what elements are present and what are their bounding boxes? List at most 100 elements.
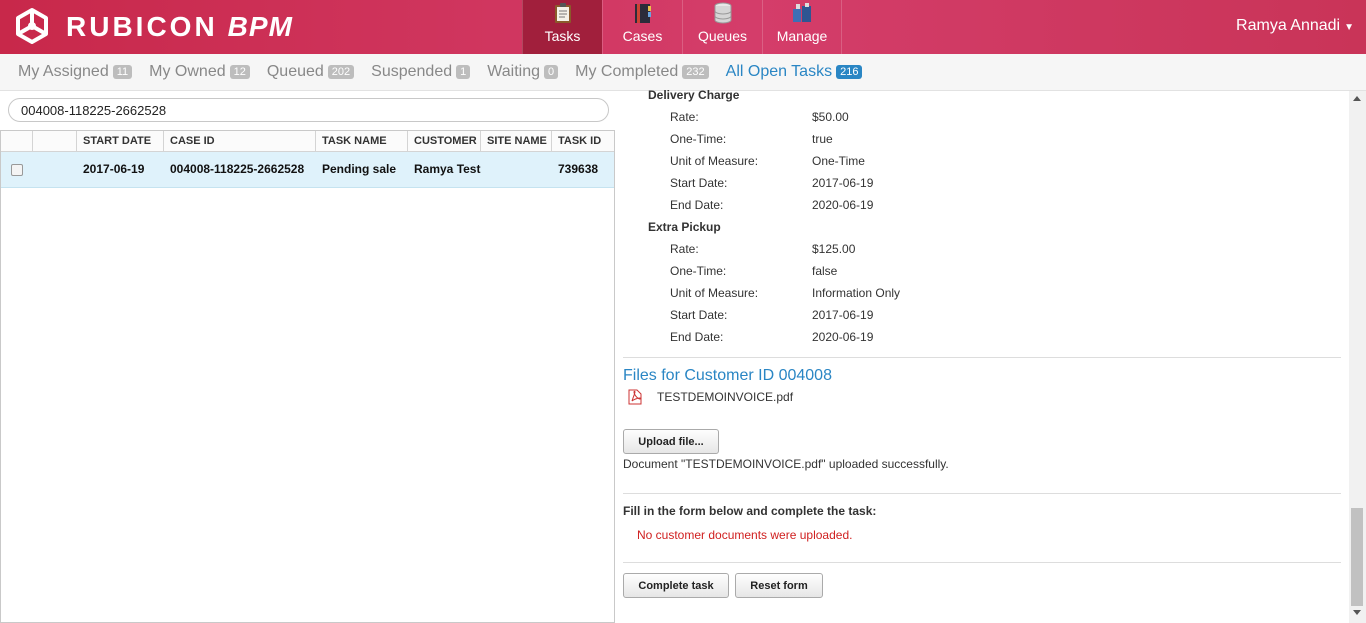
charge-title: Delivery Charge (648, 88, 740, 102)
count-badge: 11 (112, 65, 133, 79)
field-label: End Date: (670, 198, 724, 212)
field-value: 2017-06-19 (812, 308, 874, 322)
nav-tasks[interactable]: Tasks (522, 0, 602, 54)
reset-form-button[interactable]: Reset form (735, 573, 823, 598)
blank-cell (33, 152, 77, 187)
scroll-down-icon[interactable] (1353, 610, 1361, 615)
tab-my-owned[interactable]: My Owned 12 (149, 63, 250, 81)
task-list-panel: START DATE CASE ID TASK NAME CUSTOMER SI… (0, 91, 615, 623)
manage-icon (793, 3, 811, 22)
tab-label: Waiting (487, 63, 541, 80)
tab-label: Queued (266, 63, 324, 80)
cell-task-id: 739638 (558, 162, 599, 176)
row-checkbox[interactable] (11, 164, 23, 176)
field-value: 2020-06-19 (812, 330, 874, 344)
field-label: Start Date: (670, 308, 728, 322)
task-filter-tabs: My Assigned 11 My Owned 12 Queued 202 Suspe… (0, 54, 1366, 91)
task-detail-panel: Delivery Charge Rate: $50.00 One-Time: t… (623, 88, 1341, 623)
count-badge: 1 (456, 65, 471, 79)
complete-task-button[interactable]: Complete task (623, 573, 729, 598)
tab-label: Suspended (371, 63, 453, 80)
grid-header: START DATE CASE ID TASK NAME CUSTOMER SI… (1, 131, 614, 152)
column-header-customer[interactable]: CUSTOMER (408, 131, 481, 151)
chevron-down-icon: ▼ (1344, 22, 1354, 33)
table-row[interactable]: 2017-06-19 004008-118225-2662528 Pending… (1, 152, 614, 188)
column-header-task-id[interactable]: TASK ID (552, 131, 614, 151)
divider (623, 562, 1341, 563)
row-select-cell (1, 152, 33, 187)
user-menu[interactable]: Ramya Annadi ▼ (1236, 17, 1354, 35)
rubicon-logo-icon (16, 8, 48, 44)
nav-manage-label: Manage (776, 28, 828, 44)
tab-my-assigned[interactable]: My Assigned 11 (18, 63, 133, 81)
nav-queues-label: Queues (697, 28, 748, 44)
logo[interactable]: RUBICON BPM (10, 7, 293, 47)
main-nav: Tasks Cases Queues Manage (522, 0, 842, 54)
field-label: One-Time: (670, 132, 727, 146)
column-header-site-name[interactable]: SITE NAME (481, 131, 552, 151)
count-badge: 232 (682, 65, 709, 79)
count-badge: 216 (836, 65, 863, 79)
nav-tasks-label: Tasks (544, 28, 581, 44)
user-name: Ramya Annadi (1236, 17, 1341, 34)
field-label: End Date: (670, 330, 724, 344)
nav-queues[interactable]: Queues (682, 0, 762, 54)
upload-file-button[interactable]: Upload file... (623, 429, 719, 454)
validation-error: No customer documents were uploaded. (637, 528, 853, 542)
tab-all-open-tasks[interactable]: All Open Tasks 216 (726, 63, 863, 81)
tab-suspended[interactable]: Suspended 1 (371, 63, 471, 81)
field-label: Rate: (670, 242, 699, 256)
column-header-start-date[interactable]: START DATE (77, 131, 164, 151)
field-value: $50.00 (812, 110, 849, 124)
field-value: 2020-06-19 (812, 198, 874, 212)
form-instruction: Fill in the form below and complete the … (623, 504, 877, 518)
logo-product: BPM (227, 11, 293, 42)
upload-status-message: Document "TESTDEMOINVOICE.pdf" uploaded … (623, 457, 949, 471)
binder-icon (634, 4, 651, 23)
search-input[interactable] (8, 98, 609, 122)
field-value: false (812, 264, 838, 278)
nav-cases-label: Cases (622, 28, 663, 44)
count-badge: 0 (544, 65, 559, 79)
detail-scrollbar[interactable] (1349, 91, 1366, 623)
tab-label: My Assigned (18, 63, 109, 80)
cell-site-name (481, 152, 552, 187)
field-label: Rate: (670, 110, 699, 124)
field-label: One-Time: (670, 264, 727, 278)
column-header-case-id[interactable]: CASE ID (164, 131, 316, 151)
divider (623, 493, 1341, 494)
field-value: Information Only (812, 286, 901, 300)
tab-label: My Completed (575, 63, 679, 80)
blank-column-header (33, 131, 77, 151)
tab-my-completed[interactable]: My Completed 232 (575, 63, 709, 81)
column-header-task-name[interactable]: TASK NAME (316, 131, 408, 151)
tab-waiting[interactable]: Waiting 0 (487, 63, 559, 81)
file-name: TESTDEMOINVOICE.pdf (657, 390, 794, 404)
count-badge: 12 (229, 65, 250, 79)
nav-manage[interactable]: Manage (762, 0, 842, 54)
pdf-icon (628, 389, 642, 405)
field-value: One-Time (812, 154, 865, 168)
nav-cases[interactable]: Cases (602, 0, 682, 54)
task-grid: START DATE CASE ID TASK NAME CUSTOMER SI… (0, 130, 615, 623)
files-title: Files for Customer ID 004008 (623, 367, 832, 384)
database-icon (714, 2, 731, 24)
cell-customer: Ramya Test (414, 162, 481, 176)
tab-label: All Open Tasks (725, 63, 833, 80)
count-badge: 202 (327, 65, 355, 79)
scroll-up-icon[interactable] (1353, 96, 1361, 101)
charge-title: Extra Pickup (648, 220, 721, 234)
tab-label: My Owned (149, 63, 226, 80)
cell-case-id: 004008-118225-2662528 (170, 162, 305, 176)
file-link[interactable]: TESTDEMOINVOICE.pdf (627, 389, 793, 405)
scroll-thumb[interactable] (1351, 508, 1363, 606)
field-value: true (812, 132, 833, 146)
tab-queued[interactable]: Queued 202 (266, 63, 355, 81)
field-value: $125.00 (812, 242, 856, 256)
select-column-header (1, 131, 33, 151)
clipboard-icon (554, 3, 571, 23)
field-label: Unit of Measure: (670, 286, 759, 300)
field-label: Unit of Measure: (670, 154, 759, 168)
divider (623, 357, 1341, 358)
cell-start-date: 2017-06-19 (83, 162, 145, 176)
